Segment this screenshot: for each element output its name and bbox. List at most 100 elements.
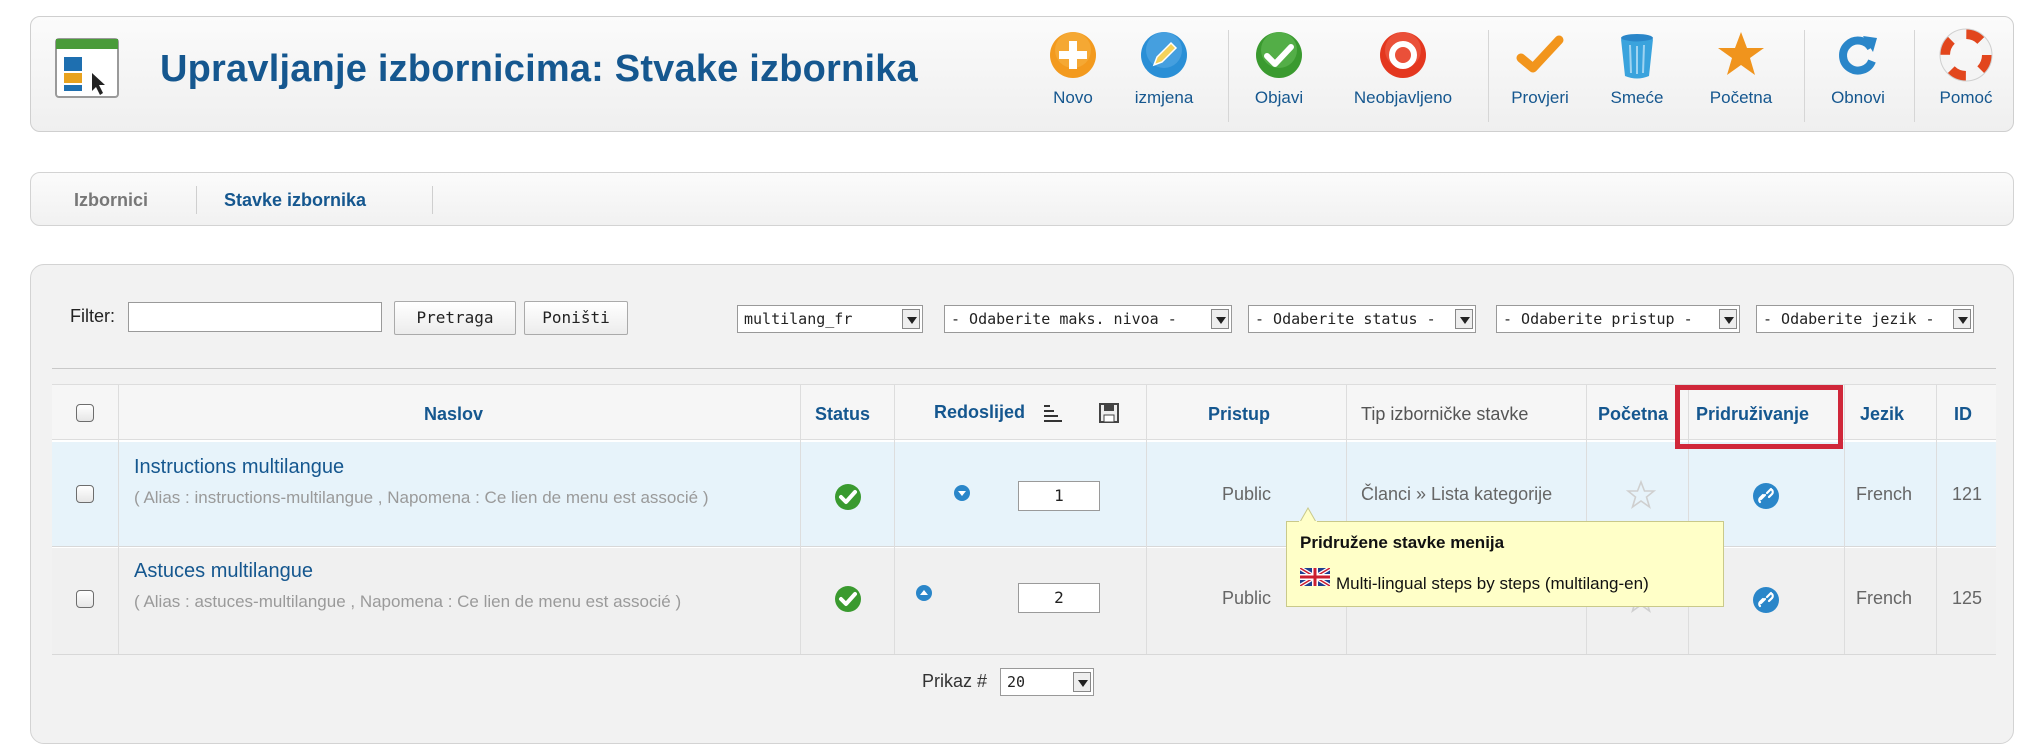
move-up-icon[interactable]	[915, 584, 933, 607]
filter-search-input[interactable]	[128, 302, 382, 332]
published-check-icon[interactable]	[834, 483, 862, 516]
column-header-status[interactable]: Status	[815, 404, 870, 425]
display-count-value: 20	[1007, 673, 1026, 691]
row-checkbox[interactable]	[76, 485, 94, 503]
trash-icon	[1621, 34, 1653, 79]
column-divider	[894, 384, 895, 654]
tooltip-pointer	[1296, 506, 1320, 529]
menu-select-value: multilang_fr	[744, 310, 853, 328]
tooltip-associated-item-link[interactable]: Multi-lingual steps by steps (multilang-…	[1336, 574, 1649, 594]
tooltip-title: Pridružene stavke menija	[1300, 533, 1505, 552]
status-select[interactable]: - Odaberite status -	[1248, 305, 1476, 333]
column-header-title[interactable]: Naslov	[424, 404, 483, 425]
tab-divider	[196, 186, 197, 214]
trash-button[interactable]: Smeće	[1602, 28, 1672, 118]
menu-manager-icon	[54, 35, 134, 105]
help-button[interactable]: Pomoć	[1926, 28, 2006, 118]
chevron-down-icon	[1073, 672, 1091, 692]
home-button-label: Početna	[1709, 88, 1773, 107]
language-value: French	[1856, 484, 1913, 504]
select-all-checkbox[interactable]	[76, 404, 94, 422]
max-level-select-value: - Odaberite maks. nivoa -	[951, 310, 1177, 328]
checkin-button[interactable]: Provjeri	[1500, 28, 1580, 118]
chevron-down-icon	[1953, 309, 1971, 329]
menu-select[interactable]: multilang_fr	[737, 305, 923, 333]
refresh-button[interactable]: Obnovi	[1818, 28, 1898, 118]
move-down-icon[interactable]	[953, 484, 971, 507]
filter-label: Filter:	[70, 306, 115, 326]
association-link-icon[interactable]	[1752, 586, 1780, 619]
search-button[interactable]: Pretraga	[394, 301, 516, 335]
access-select[interactable]: - Odaberite pristup -	[1496, 305, 1740, 333]
unpublish-button-label: Neobjavljeno	[1353, 88, 1453, 107]
chevron-down-icon	[902, 309, 920, 329]
row-divider	[52, 654, 1996, 655]
publish-button[interactable]: Objavi	[1244, 28, 1314, 118]
toolbar-divider	[1488, 30, 1489, 122]
home-star-icon	[1718, 32, 1764, 75]
order-input[interactable]: 2	[1018, 583, 1100, 613]
language-select[interactable]: - Odaberite jezik -	[1756, 305, 1974, 333]
tab-divider	[432, 186, 433, 214]
new-button[interactable]: Novo	[1038, 28, 1108, 118]
unpublish-icon	[1380, 32, 1426, 78]
publish-button-label: Objavi	[1254, 88, 1304, 107]
row-alias-note: ( Alias : instructions-multilangue , Nap…	[134, 488, 709, 507]
display-count-select[interactable]: 20	[1000, 668, 1094, 696]
toolbar-divider	[1804, 30, 1805, 122]
column-divider	[1586, 384, 1587, 654]
access-select-value: - Odaberite pristup -	[1503, 310, 1693, 328]
help-button-label: Pomoć	[1939, 88, 1993, 107]
id-value: 121	[1952, 484, 1983, 504]
highlight-box	[1675, 385, 1843, 449]
access-value: Public	[1222, 588, 1272, 608]
column-divider	[1346, 384, 1347, 654]
language-value: French	[1856, 588, 1913, 608]
trash-button-label: Smeće	[1610, 88, 1664, 107]
row-title-link[interactable]: Instructions multilangue	[134, 456, 344, 479]
column-divider	[800, 384, 801, 654]
association-link-icon[interactable]	[1752, 482, 1780, 515]
filter-divider	[52, 368, 1996, 369]
add-icon	[1050, 32, 1096, 78]
chevron-down-icon	[1455, 309, 1473, 329]
max-level-select[interactable]: - Odaberite maks. nivoa -	[944, 305, 1232, 333]
save-order-icon[interactable]	[1098, 402, 1120, 429]
column-divider	[1936, 384, 1937, 654]
column-header-id[interactable]: ID	[1954, 404, 1972, 425]
checkin-button-label: Provjeri	[1511, 88, 1569, 107]
home-button[interactable]: Početna	[1696, 28, 1786, 118]
uk-flag-icon	[1298, 566, 1332, 588]
column-divider	[1844, 384, 1845, 654]
reset-button[interactable]: Poništi	[524, 301, 628, 335]
unpublish-button[interactable]: Neobjavljeno	[1338, 28, 1468, 118]
help-icon	[1939, 28, 1993, 82]
refresh-button-label: Obnovi	[1831, 88, 1885, 107]
home-star-icon[interactable]	[1625, 479, 1657, 515]
chevron-down-icon	[1211, 309, 1229, 329]
edit-button[interactable]: izmjena	[1124, 28, 1204, 118]
chevron-down-icon	[1719, 309, 1737, 329]
new-button-label: Novo	[1053, 88, 1093, 107]
item-type-value: Članci » Lista kategorije	[1361, 484, 1553, 504]
access-value: Public	[1222, 484, 1272, 504]
tab-menus[interactable]: Izbornici	[74, 190, 148, 211]
row-title-link[interactable]: Astuces multilangue	[134, 560, 313, 583]
column-header-order[interactable]: Redoslijed	[934, 402, 1025, 423]
row-checkbox[interactable]	[76, 590, 94, 608]
column-header-access[interactable]: Pristup	[1208, 404, 1270, 425]
page-title: Upravljanje izbornicima: Stvake izbornik…	[160, 48, 918, 90]
edit-icon	[1141, 32, 1187, 78]
order-input[interactable]: 1	[1018, 481, 1100, 511]
checkin-icon	[1516, 35, 1564, 73]
column-header-language[interactable]: Jezik	[1860, 404, 1904, 425]
published-check-icon[interactable]	[834, 585, 862, 618]
tab-menu-items[interactable]: Stavke izbornika	[224, 190, 366, 211]
column-header-home[interactable]: Početna	[1598, 404, 1668, 425]
display-count-label: Prikaz #	[922, 671, 988, 691]
column-header-type: Tip izborničke stavke	[1361, 404, 1529, 424]
id-value: 125	[1952, 588, 1983, 608]
column-divider	[1146, 384, 1147, 654]
sort-order-icon[interactable]	[1042, 404, 1064, 429]
publish-icon	[1256, 32, 1302, 78]
